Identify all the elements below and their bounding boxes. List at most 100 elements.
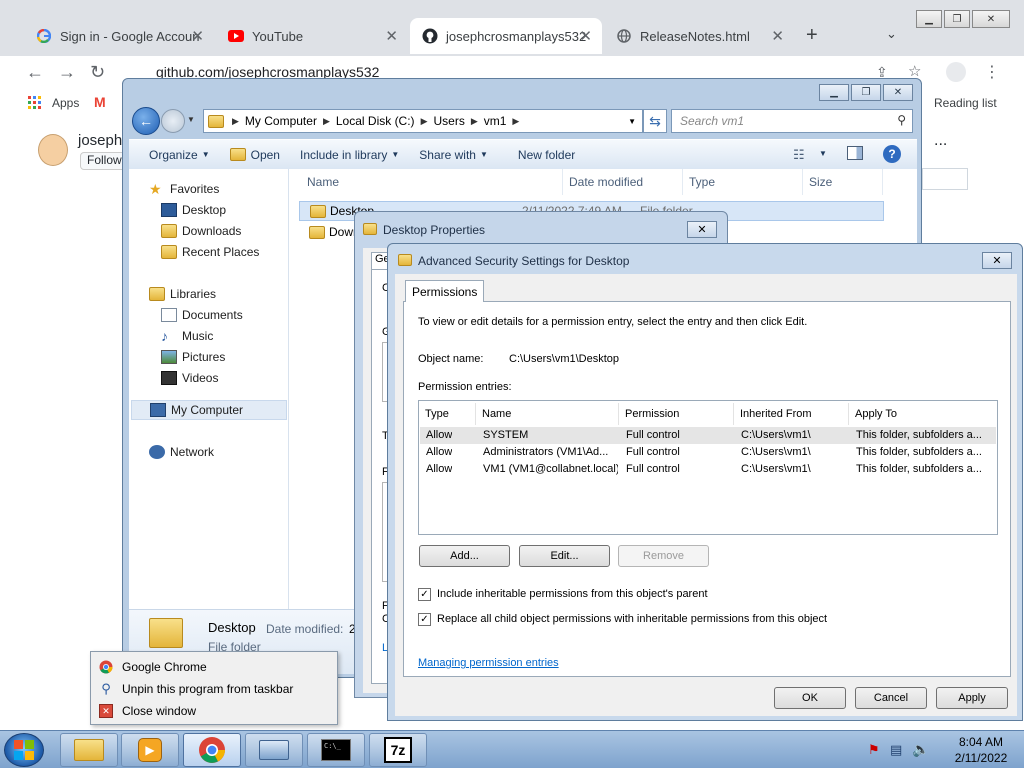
address-bar[interactable]: ▶ My Computer ▶ Local Disk (C:) ▶ Users … — [203, 109, 643, 133]
breadcrumb-users[interactable]: Users — [427, 114, 470, 128]
gmail-icon[interactable]: M — [94, 94, 106, 110]
replace-child-checkbox[interactable]: ✓ — [418, 613, 431, 626]
jumplist-google-chrome[interactable]: Google Chrome — [99, 657, 207, 677]
tab-permissions[interactable]: Permissions — [405, 280, 485, 302]
nav-music[interactable]: ♪ Music — [161, 326, 213, 346]
network-icon[interactable]: ▤ — [890, 742, 902, 758]
more-icon[interactable]: ... — [934, 132, 947, 150]
nav-network[interactable]: Network — [149, 442, 214, 462]
back-arrow-icon[interactable]: ← — [26, 62, 44, 83]
maximize-icon[interactable]: ❐ — [851, 84, 881, 101]
ok-button[interactable]: OK — [774, 687, 846, 709]
col-apply-to[interactable]: Apply To — [849, 403, 995, 425]
volume-icon[interactable]: 🔈 — [912, 741, 929, 758]
address-dropdown-icon[interactable]: ▼ — [628, 117, 636, 126]
nav-recent-places[interactable]: Recent Places — [161, 242, 259, 262]
tab-release-notes[interactable]: ReleaseNotes.html ✕ — [604, 18, 794, 54]
preview-pane-icon[interactable] — [847, 146, 863, 160]
forward-arrow-icon[interactable]: → — [58, 62, 76, 83]
chevron-down-icon[interactable]: ▼ — [819, 149, 827, 158]
taskbar-media-player[interactable]: ▶ — [121, 733, 179, 767]
nav-videos[interactable]: Videos — [161, 368, 218, 388]
close-icon[interactable]: ✕ — [687, 221, 717, 238]
open-button[interactable]: Open — [229, 148, 280, 162]
clock-date[interactable]: 2/11/2022 — [946, 751, 1016, 765]
nav-favorites[interactable]: ★ Favorites — [149, 179, 219, 199]
tab-youtube[interactable]: YouTube ✕ — [216, 18, 408, 54]
reload-icon[interactable]: ↻ — [90, 62, 105, 83]
nav-libraries[interactable]: Libraries — [149, 284, 216, 304]
maximize-icon[interactable]: ❐ — [944, 10, 970, 28]
taskbar-7zip[interactable]: 7z — [369, 733, 427, 767]
bookmark-apps[interactable]: Apps — [52, 96, 79, 110]
nav-downloads[interactable]: Downloads — [161, 221, 241, 241]
chevron-right-icon[interactable]: ▶ — [512, 116, 519, 127]
chevron-right-icon[interactable]: ▶ — [421, 116, 428, 127]
include-in-library-button[interactable]: Include in library ▼ — [300, 148, 399, 162]
managing-permissions-link[interactable]: Managing permission entries — [418, 657, 559, 669]
close-icon[interactable]: ✕ — [982, 252, 1012, 269]
refresh-icon[interactable]: ⇆ — [643, 109, 667, 133]
edit-button[interactable]: Edit... — [519, 545, 610, 567]
chevron-right-icon[interactable]: ▶ — [232, 116, 239, 127]
col-inherited-from[interactable]: Inherited From — [734, 403, 849, 425]
start-button[interactable] — [4, 733, 44, 767]
minimize-icon[interactable]: ▁ — [916, 10, 942, 28]
col-permission[interactable]: Permission — [619, 403, 734, 425]
close-icon[interactable]: ✕ — [191, 27, 204, 45]
close-icon[interactable]: ✕ — [579, 27, 592, 45]
tab-github[interactable]: josephcrosmanplays532 ✕ — [410, 18, 602, 54]
nav-pictures[interactable]: Pictures — [161, 347, 225, 367]
col-type[interactable]: Type — [419, 403, 476, 425]
remove-button[interactable]: Remove — [618, 545, 709, 567]
permission-entries-table[interactable]: Type Name Permission Inherited From Appl… — [418, 400, 998, 535]
apply-button[interactable]: Apply — [936, 687, 1008, 709]
add-button[interactable]: Add... — [419, 545, 510, 567]
breadcrumb-my-computer[interactable]: My Computer — [239, 114, 323, 128]
new-folder-button[interactable]: New folder — [518, 148, 575, 162]
view-options-icon[interactable]: ☷ — [793, 147, 805, 163]
avatar[interactable] — [38, 134, 68, 166]
help-icon[interactable]: ? — [883, 145, 901, 163]
include-inheritable-checkbox[interactable]: ✓ — [418, 588, 431, 601]
nav-desktop[interactable]: Desktop — [161, 200, 226, 220]
close-icon[interactable]: ✕ — [771, 27, 784, 45]
menu-dots-icon[interactable]: ⋮ — [984, 62, 1000, 82]
history-dropdown-icon[interactable]: ▼ — [187, 115, 195, 124]
column-name[interactable]: Name — [301, 169, 563, 195]
new-tab-button[interactable]: + — [806, 24, 818, 47]
table-row[interactable]: Allow Administrators (VM1\Ad... Full con… — [420, 444, 996, 461]
jumplist-close-window[interactable]: ✕ Close window — [99, 701, 196, 721]
cancel-button[interactable]: Cancel — [855, 687, 927, 709]
clock-time[interactable]: 8:04 AM — [946, 735, 1016, 749]
tab-search-icon[interactable]: ⌄ — [886, 26, 897, 42]
column-date-modified[interactable]: Date modified — [563, 169, 683, 195]
minimize-icon[interactable]: ▁ — [819, 84, 849, 101]
table-row[interactable]: Allow VM1 (VM1@collabnet.local) Full con… — [420, 461, 996, 478]
table-row[interactable]: Allow SYSTEM Full control C:\Users\vm1\ … — [420, 427, 996, 444]
nav-documents[interactable]: Documents — [161, 305, 243, 325]
back-arrow-icon[interactable]: ← — [132, 107, 160, 135]
taskbar-chrome[interactable] — [183, 733, 241, 767]
close-icon[interactable]: ✕ — [883, 84, 913, 101]
breadcrumb-vm1[interactable]: vm1 — [478, 114, 513, 128]
reading-list[interactable]: Reading list — [934, 96, 997, 110]
search-icon[interactable]: ⚲ — [897, 113, 906, 127]
organize-button[interactable]: Organize ▼ — [149, 148, 210, 162]
taskbar-remote-desktop[interactable] — [245, 733, 303, 767]
profile-icon[interactable] — [946, 62, 966, 82]
jumplist-unpin[interactable]: ⚲ Unpin this program from taskbar — [99, 679, 293, 699]
action-center-icon[interactable]: ⚑ — [868, 742, 880, 758]
chevron-right-icon[interactable]: ▶ — [471, 116, 478, 127]
tab-google-signin[interactable]: Sign in - Google Accoun ✕ — [24, 18, 214, 54]
close-icon[interactable]: ✕ — [385, 27, 398, 45]
nav-my-computer[interactable]: My Computer — [131, 400, 287, 420]
taskbar-explorer[interactable] — [60, 733, 118, 767]
column-size[interactable]: Size — [803, 169, 883, 195]
col-name[interactable]: Name — [476, 403, 619, 425]
search-input[interactable]: Search vm1 ⚲ — [671, 109, 913, 133]
chevron-right-icon[interactable]: ▶ — [323, 116, 330, 127]
close-icon[interactable]: ✕ — [972, 10, 1010, 28]
forward-arrow-icon[interactable] — [161, 109, 185, 133]
taskbar-cmd[interactable]: C:\_ — [307, 733, 365, 767]
